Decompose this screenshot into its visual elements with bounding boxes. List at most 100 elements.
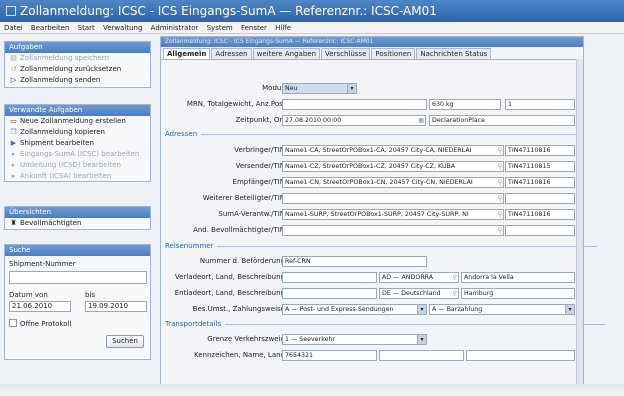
unloading-label: Entladeort, Land, Beschreibung bbox=[174, 289, 285, 297]
form-header: Zollanmeldung: ICSC - ICS Eingangs-SumA … bbox=[161, 37, 583, 47]
copy-declaration-label: Zollanmeldung kopieren bbox=[20, 128, 105, 136]
edit-icon: ▸ bbox=[11, 150, 16, 158]
copy-declaration-item[interactable]: ❐ Zollanmeldung kopieren bbox=[5, 127, 150, 138]
loading-description-input[interactable]: Andorra la Vella bbox=[461, 272, 575, 283]
special-circumstances-select[interactable]: A — Post- und Express-Sendungen ▾ bbox=[282, 304, 427, 315]
tab-nachrichten-status[interactable]: Nachrichten Status bbox=[416, 48, 492, 59]
reset-declaration-item[interactable]: ↺ Zollanmeldung zurücksetzen bbox=[5, 64, 150, 75]
address-label: Weiterer Beteiligter/TIN bbox=[202, 194, 285, 202]
tab-adressen[interactable]: Adressen bbox=[211, 48, 252, 59]
search-icon[interactable]: ⚲ bbox=[498, 210, 502, 219]
unloading-description-input[interactable]: Hamburg bbox=[461, 288, 575, 299]
unloading-place-input[interactable] bbox=[282, 288, 377, 299]
menu-fenster[interactable]: Fenster bbox=[241, 24, 267, 32]
new-declaration-label: Neue Zollanmeldung erstellen bbox=[20, 117, 126, 125]
tin-input[interactable]: TIN47110816 bbox=[505, 209, 575, 220]
representatives-overview-item[interactable]: ♜ Bevollmächtigten bbox=[5, 218, 150, 229]
menu-datei[interactable]: Datei bbox=[4, 24, 23, 32]
protocol-label: Offne Protokoll bbox=[20, 320, 72, 328]
plate-country-input[interactable] bbox=[466, 350, 575, 361]
edit-icsd-item[interactable]: ▸ Umleitung (ICSD) bearbeiten bbox=[5, 160, 150, 171]
date-to-input[interactable]: 19.09.2010 bbox=[85, 301, 147, 312]
address-input[interactable]: ⚲ bbox=[282, 193, 504, 204]
search-icon[interactable]: ⚲ bbox=[498, 178, 502, 187]
edit-icsa-item[interactable]: ▸ Ankunft (ICSA) bearbeiten bbox=[5, 171, 150, 182]
unloading-row: Entladeort, Land, Beschreibung DE — Deut… bbox=[161, 288, 585, 300]
search-button[interactable]: Suchen bbox=[106, 335, 144, 348]
address-label: Empfänger/TIN bbox=[232, 178, 285, 186]
plate-input[interactable]: 7654321 bbox=[282, 350, 377, 361]
menu-hilfe[interactable]: Hilfe bbox=[275, 24, 291, 32]
border-mode-select[interactable]: 1 — Seeverkehr ▾ bbox=[282, 334, 427, 345]
save-declaration-item[interactable]: ▤ Zollanmeldung speichern bbox=[5, 53, 150, 64]
edit-icon: ▸ bbox=[11, 172, 16, 180]
window-title: Zollanmeldung: ICSC - ICS Eingangs-SumA … bbox=[20, 4, 437, 18]
address-input[interactable]: Name1-SURP, StreetOrPOBox1-SURP, 20457 C… bbox=[282, 209, 504, 220]
calendar-icon[interactable]: ▦ bbox=[418, 116, 424, 125]
loading-country-input[interactable]: AD — ANDORRA ⚲ bbox=[379, 272, 459, 283]
tab-positionen[interactable]: Positionen bbox=[371, 48, 416, 59]
protocol-checkbox[interactable]: Offne Protokoll bbox=[9, 319, 71, 328]
tin-input[interactable] bbox=[505, 225, 575, 236]
address-input[interactable]: Name1-CN, StreetOrPOBox1-CN, 20457 City-… bbox=[282, 177, 504, 188]
transport-number-input[interactable]: Ref-CRN bbox=[282, 256, 427, 267]
address-input[interactable]: ⚲ bbox=[282, 225, 504, 236]
menu-bearbeiten[interactable]: Bearbeiten bbox=[31, 24, 69, 32]
tab-weitere-angaben[interactable]: weitere Angaben bbox=[252, 48, 321, 59]
tab-verschluesse[interactable]: Verschlüsse bbox=[321, 48, 371, 59]
tin-input[interactable]: TIN47110816 bbox=[505, 145, 575, 156]
plate-name-input[interactable] bbox=[379, 350, 464, 361]
menu-verwaltung[interactable]: Verwaltung bbox=[103, 24, 142, 32]
payment-method-select[interactable]: A — Barzahlung ▾ bbox=[429, 304, 575, 315]
place-input[interactable]: DeclarationPlace bbox=[429, 115, 575, 126]
new-declaration-item[interactable]: ▭ Neue Zollanmeldung erstellen bbox=[5, 116, 150, 127]
address-row: Versender/TIN Name1-CZ, StreetOrPOBox1-C… bbox=[161, 161, 585, 173]
send-declaration-item[interactable]: ▷ Zollanmeldung senden bbox=[5, 75, 150, 86]
address-row: Weiterer Beteiligter/TIN ⚲ bbox=[161, 193, 585, 205]
tin-input[interactable]: TIN47110815 bbox=[505, 161, 575, 172]
form-scrollbar[interactable] bbox=[576, 59, 583, 393]
shipment-number-input[interactable] bbox=[9, 271, 147, 284]
edit-shipment-item[interactable]: ▶ Shipment bearbeiten bbox=[5, 138, 150, 149]
left-sidebar: Aufgaben ▤ Zollanmeldung speichern ↺ Zolla… bbox=[0, 36, 155, 396]
menu-administrator[interactable]: Administrator bbox=[151, 24, 199, 32]
edit-icsa-label: Ankunft (ICSA) bearbeiten bbox=[20, 172, 112, 180]
tab-allgemein[interactable]: Allgemein bbox=[163, 48, 211, 59]
modus-select[interactable]: Neu ▾ bbox=[282, 83, 357, 94]
address-row: Empfänger/TIN Name1-CN, StreetOrPOBox1-C… bbox=[161, 177, 585, 189]
address-input[interactable]: Name1-CA, StreetOrPOBox1-CA, 20457 City-… bbox=[282, 145, 504, 156]
position-count-input[interactable]: 1 bbox=[505, 99, 575, 110]
search-icon[interactable]: ⚲ bbox=[498, 226, 502, 235]
address-label: SumA-Verantw./TIN bbox=[218, 210, 285, 218]
tin-input[interactable]: TIN47110816 bbox=[505, 177, 575, 188]
date-from-input[interactable]: 21.06.2010 bbox=[9, 301, 71, 312]
tasks-header: Aufgaben bbox=[5, 42, 150, 53]
save-declaration-label: Zollanmeldung speichern bbox=[20, 54, 109, 62]
address-row: Verbringer/TIN Name1-CA, StreetOrPOBox1-… bbox=[161, 145, 585, 157]
payment-method-value: A — Barzahlung bbox=[432, 306, 483, 313]
search-icon[interactable]: ⚲ bbox=[453, 289, 457, 298]
search-icon[interactable]: ⚲ bbox=[453, 273, 457, 282]
search-icon[interactable]: ⚲ bbox=[498, 194, 502, 203]
menu-start[interactable]: Start bbox=[78, 24, 95, 32]
unloading-country-input[interactable]: DE — Deutschland ⚲ bbox=[379, 288, 459, 299]
loading-place-input[interactable] bbox=[282, 272, 377, 283]
chevron-down-icon: ▾ bbox=[417, 335, 426, 344]
time-input[interactable]: 27.08.2010 00:00 ▦ bbox=[282, 115, 426, 126]
menu-system[interactable]: System bbox=[207, 24, 233, 32]
edit-icon: ▸ bbox=[11, 161, 16, 169]
shipment-number-label: Shipment-Nummer bbox=[9, 260, 76, 268]
edit-icsc-label: Eingangs-SumA (ICSC) bearbeiten bbox=[20, 150, 140, 158]
address-input[interactable]: Name1-CZ, StreetOrPOBox1-CZ, 20457 City-… bbox=[282, 161, 504, 172]
overview-header: Übersichten bbox=[5, 207, 150, 218]
mrn-input[interactable] bbox=[282, 99, 427, 110]
copy-icon: ❐ bbox=[10, 128, 17, 136]
edit-icsc-item[interactable]: ▸ Eingangs-SumA (ICSC) bearbeiten bbox=[5, 149, 150, 160]
search-icon[interactable]: ⚲ bbox=[498, 146, 502, 155]
modus-value: Neu bbox=[285, 85, 298, 92]
transport-number-label: Nummer d. Beförderung bbox=[199, 257, 285, 265]
search-icon[interactable]: ⚲ bbox=[498, 162, 502, 171]
transport-section-title: Transportdetails bbox=[165, 320, 607, 328]
tin-input[interactable] bbox=[505, 193, 575, 204]
total-weight-input[interactable]: 630 kg bbox=[429, 99, 501, 110]
